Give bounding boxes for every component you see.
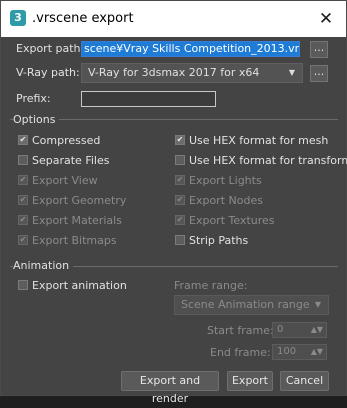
export-view-label: Export View — [32, 174, 98, 187]
checkmark-icon: ✔ — [175, 135, 185, 145]
checkmark-icon: ✔ — [175, 195, 185, 205]
cancel-button[interactable]: Cancel — [280, 371, 329, 391]
use-hex-format-for-transform-label: Use HEX format for transform — [189, 154, 347, 167]
end-frame-value: 100 — [277, 346, 297, 357]
spinner-arrows-icon: ▲▼ — [310, 347, 323, 356]
checkmark-icon: ✔ — [18, 135, 28, 145]
checkbox-box — [18, 280, 28, 290]
export-textures-label: Export Textures — [189, 214, 275, 227]
checkmark-icon: ✔ — [18, 195, 28, 205]
vray-path-browse-button[interactable]: ... — [310, 65, 328, 82]
export-animation-label: Export animation — [32, 279, 127, 292]
prefix-value — [82, 92, 84, 105]
title-bar[interactable]: 3 .vrscene export ✕ — [1, 1, 346, 37]
3dsmax-app-icon: 3 — [10, 10, 26, 26]
end-frame-label: End frame: — [210, 346, 271, 359]
vray-path-label: V-Ray path: — [16, 66, 80, 79]
vray-path-value: V-Ray for 3dsmax 2017 for x64 — [88, 66, 260, 79]
checkbox-box — [175, 155, 185, 165]
start-frame-spinner[interactable]: 0 ▲▼ — [272, 322, 327, 338]
close-icon[interactable]: ✕ — [312, 7, 340, 31]
separate-files-label: Separate Files — [32, 154, 110, 167]
checkmark-icon: ✔ — [175, 175, 185, 185]
compressed-label: Compressed — [32, 134, 101, 147]
export-geometry-label: Export Geometry — [32, 194, 127, 207]
checkmark-icon: ✔ — [18, 215, 28, 225]
frame-range-dropdown[interactable]: Scene Animation range ▼ — [174, 295, 329, 315]
prefix-label: Prefix: — [16, 92, 51, 105]
export-path-label: Export path: — [16, 42, 85, 55]
spinner-arrows-icon: ▲▼ — [310, 325, 323, 334]
vray-path-dropdown[interactable]: V-Ray for 3dsmax 2017 for x64 ▼ — [81, 63, 303, 83]
export-and-render-button[interactable]: Export and render — [121, 371, 219, 405]
use-hex-format-for-mesh-label: Use HEX format for mesh — [189, 134, 329, 147]
export-lights-label: Export Lights — [189, 174, 262, 187]
export-path-browse-button[interactable]: ... — [310, 41, 328, 58]
frame-range-value: Scene Animation range — [181, 298, 310, 311]
export-path-input[interactable]: scene¥Vray Skills Competition_2013.vrsce… — [81, 41, 300, 57]
checkbox-box — [18, 155, 28, 165]
frame-range-label: Frame range: — [174, 279, 248, 292]
checkmark-icon: ✔ — [18, 235, 28, 245]
options-group-title: Options — [13, 113, 60, 126]
start-frame-value: 0 — [277, 324, 284, 335]
animation-group-title: Animation — [13, 259, 74, 272]
checkmark-icon: ✔ — [175, 215, 185, 225]
export-button[interactable]: Export — [227, 371, 273, 391]
window-title: .vrscene export — [32, 11, 134, 26]
vrscene-export-dialog: 3 .vrscene export ✕ Export path: scene¥V… — [0, 0, 347, 405]
prefix-input[interactable] — [81, 91, 216, 107]
export-materials-label: Export Materials — [32, 214, 122, 227]
export-path-value: scene¥Vray Skills Competition_2013.vrsce… — [82, 42, 299, 56]
export-bitmaps-label: Export Bitmaps — [32, 234, 117, 247]
start-frame-label: Start frame: — [207, 324, 274, 337]
export-nodes-label: Export Nodes — [189, 194, 263, 207]
strip-paths-label: Strip Paths — [189, 234, 249, 247]
chevron-down-icon: ▼ — [288, 68, 295, 77]
chevron-down-icon: ▼ — [314, 300, 321, 309]
end-frame-spinner[interactable]: 100 ▲▼ — [272, 344, 327, 360]
checkmark-icon: ✔ — [18, 175, 28, 185]
checkbox-box — [175, 235, 185, 245]
